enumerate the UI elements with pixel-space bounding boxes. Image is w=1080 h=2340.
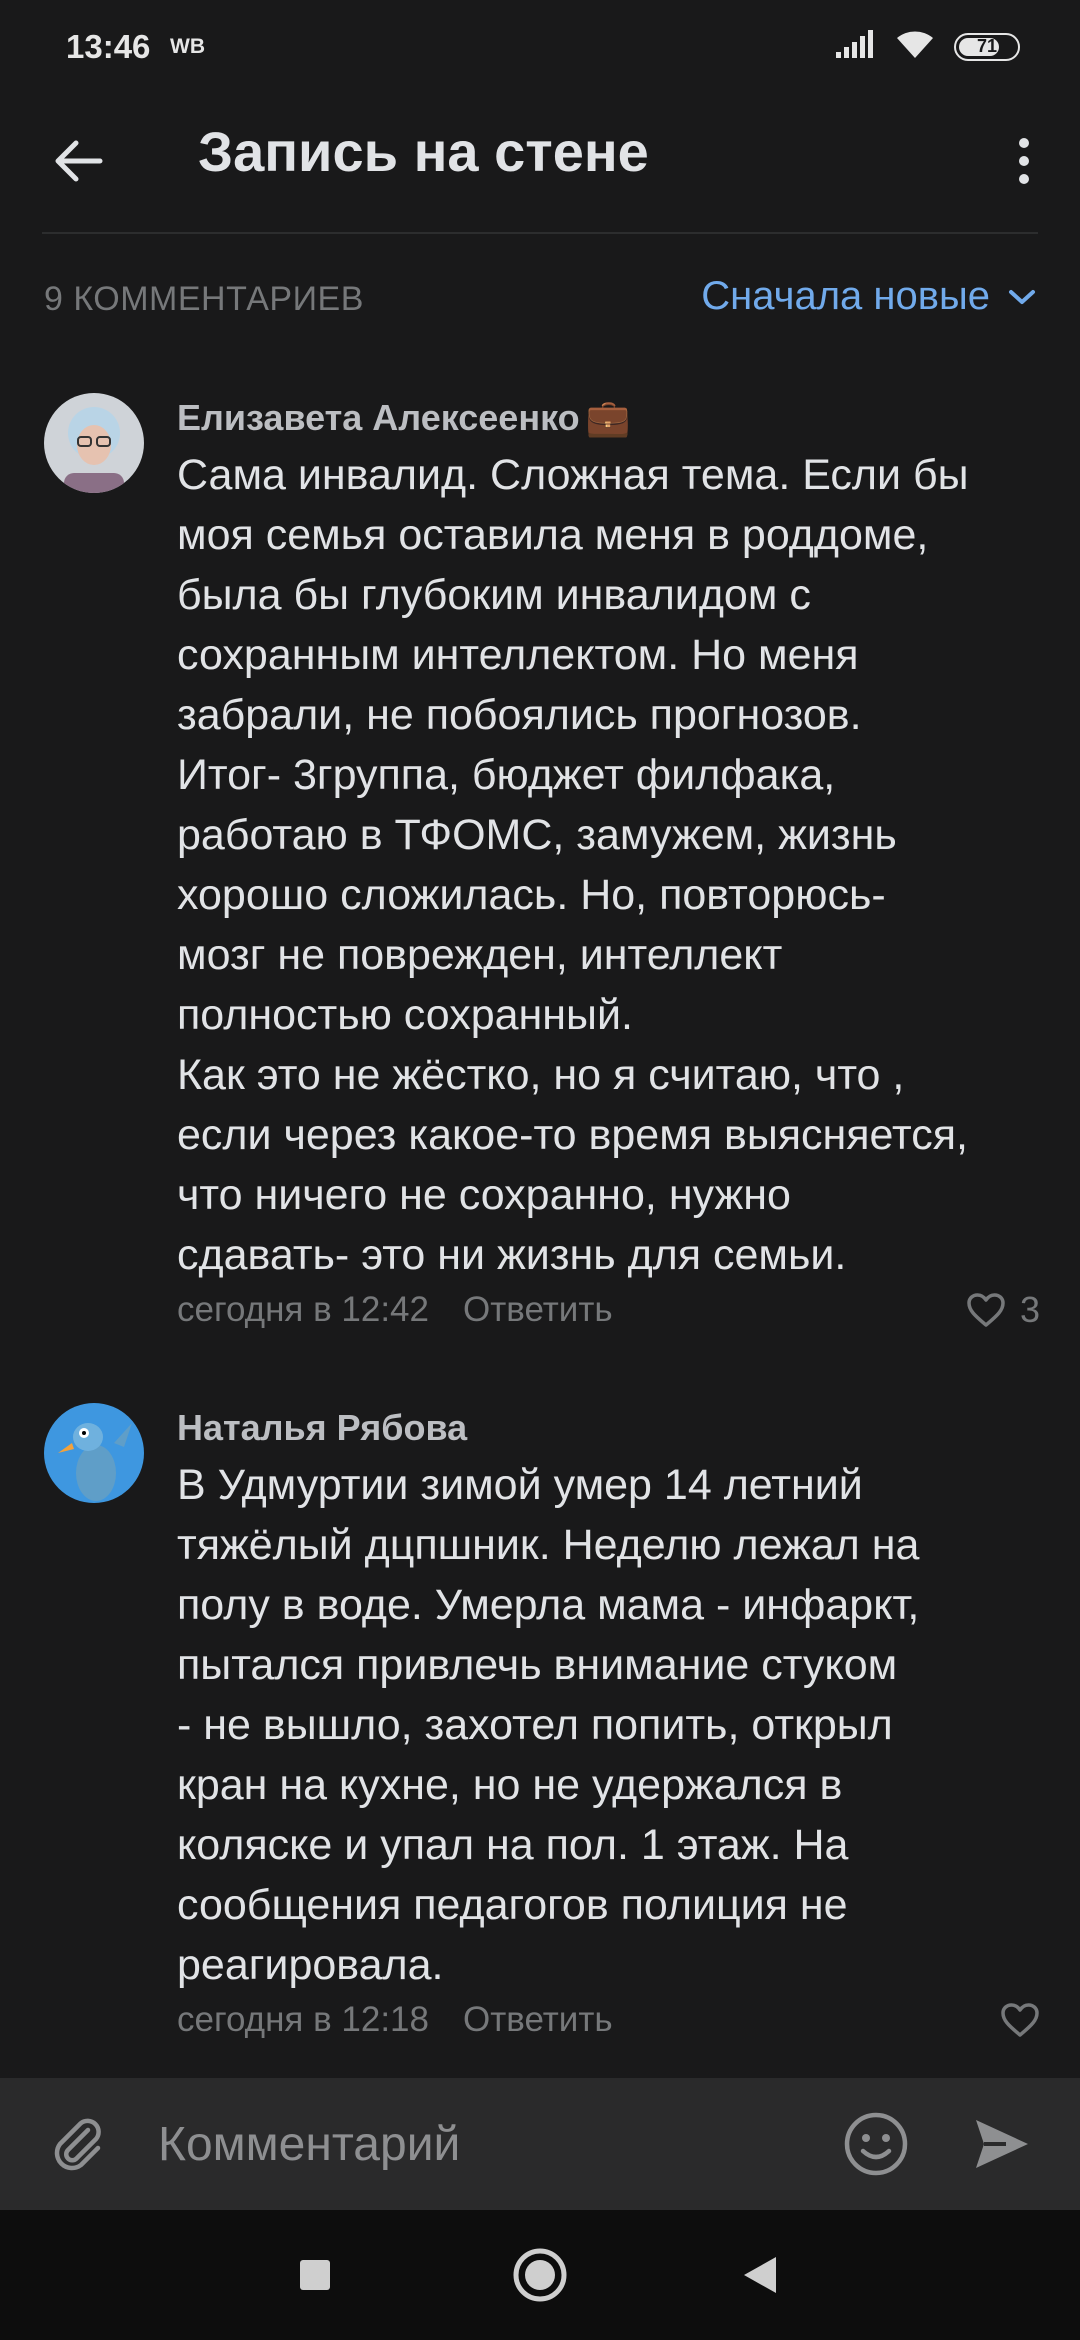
square-icon xyxy=(300,2260,330,2290)
recent-apps-button[interactable] xyxy=(280,2240,350,2310)
heart-icon xyxy=(1001,2003,1039,2037)
more-vertical-icon xyxy=(1019,138,1029,184)
back-nav-button[interactable] xyxy=(725,2240,795,2310)
comment-time: сегодня в 12:18 xyxy=(177,2000,429,2039)
comment-meta: сегодня в 12:18 Ответить xyxy=(177,1995,1040,2045)
comment-text: Сама инвалид. Сложная тема. Если бы моя … xyxy=(177,451,969,1279)
sort-order-dropdown[interactable]: Сначала новые xyxy=(701,274,1036,319)
comment-input[interactable] xyxy=(158,2108,778,2180)
arrow-left-icon xyxy=(55,140,103,182)
home-button[interactable] xyxy=(505,2240,575,2310)
back-button[interactable] xyxy=(42,125,114,197)
comments-count: 9 КОММЕНТАРИЕВ xyxy=(44,280,364,318)
sort-order-label: Сначала новые xyxy=(701,274,990,318)
more-options-button[interactable] xyxy=(988,125,1060,197)
like-count: 3 xyxy=(1019,1289,1040,1330)
triangle-back-icon xyxy=(744,2257,776,2293)
status-time: 13:46 xyxy=(66,28,151,65)
comment-author[interactable]: Наталья Рябова xyxy=(177,1403,1040,1453)
emoji-button[interactable] xyxy=(840,2108,912,2180)
reply-button[interactable]: Ответить xyxy=(463,2000,613,2040)
page-title: Запись на стене xyxy=(198,120,649,183)
system-nav-bar xyxy=(0,2210,1080,2340)
comment-text: В Удмуртии зимой умер 14 летний тяжёлый … xyxy=(177,1461,920,1989)
send-icon xyxy=(976,2120,1028,2168)
like-button[interactable]: 3 xyxy=(966,1285,1040,1335)
briefcase-icon: 💼 xyxy=(585,397,631,438)
chevron-down-icon xyxy=(1009,289,1035,304)
status-carrier: WB xyxy=(170,35,205,58)
attach-button[interactable] xyxy=(42,2108,114,2180)
avatar[interactable] xyxy=(44,1403,144,1503)
avatar[interactable] xyxy=(44,393,144,493)
home-circle-icon xyxy=(513,2248,567,2302)
comment-time: сегодня в 12:42 xyxy=(177,1290,429,1329)
battery-icon: 71 xyxy=(954,32,1020,61)
comment-author[interactable]: Елизавета Алексеенко 💼 xyxy=(177,393,1040,443)
status-bar: 13:46 WB 71 xyxy=(0,0,1080,95)
paperclip-icon xyxy=(54,2118,101,2171)
status-icons: 71 xyxy=(836,28,1020,65)
signal-icon xyxy=(836,30,876,63)
comment-compose-bar xyxy=(0,2078,1080,2210)
smiley-icon xyxy=(844,2112,908,2176)
send-button[interactable] xyxy=(966,2108,1038,2180)
comment-meta: сегодня в 12:42 Ответить 3 xyxy=(177,1285,1040,1335)
wifi-icon xyxy=(894,28,936,65)
header-divider xyxy=(42,232,1038,234)
comments-header: 9 КОММЕНТАРИЕВ Сначала новые xyxy=(0,270,1080,330)
like-button[interactable] xyxy=(1000,1995,1040,2045)
top-app-bar: Запись на стене xyxy=(0,95,1080,235)
heart-icon xyxy=(967,1293,1005,1327)
battery-level: 71 xyxy=(976,36,998,56)
reply-button[interactable]: Ответить xyxy=(463,1290,613,1330)
